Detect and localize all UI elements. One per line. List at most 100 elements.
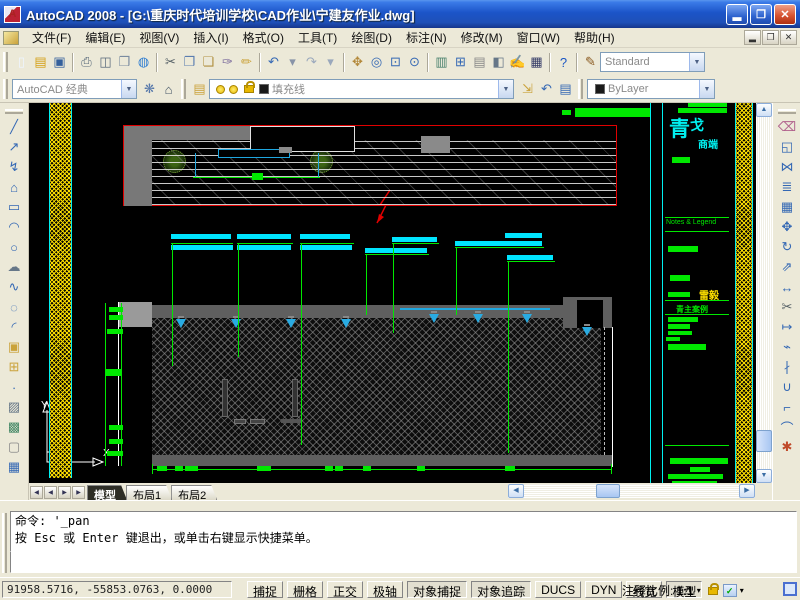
tab-layout[interactable]: 布局2 — [171, 485, 217, 500]
layer-states-icon[interactable]: ▤ — [556, 80, 575, 99]
status-toggle[interactable]: 正交 — [327, 581, 363, 598]
save-icon[interactable]: ▣ — [50, 53, 69, 72]
offset-tool[interactable]: ≣ — [777, 177, 798, 197]
undo-dropdown-icon[interactable]: ▾ — [283, 53, 302, 72]
break-at-point-tool[interactable]: ⌁ — [777, 337, 798, 357]
region-tool[interactable]: ▢ — [4, 437, 25, 457]
clean-screen-button[interactable] — [783, 582, 797, 596]
pan-icon[interactable]: ✥ — [348, 53, 367, 72]
status-toggle[interactable]: 对象追踪 — [471, 581, 531, 598]
menu-item[interactable]: 文件(F) — [25, 27, 78, 48]
toolbar-grip[interactable] — [578, 79, 583, 99]
rectangle-tool[interactable]: ▭ — [4, 197, 25, 217]
scroll-down-button[interactable]: ▼ — [756, 469, 772, 483]
make-block-tool[interactable]: ⊞ — [4, 357, 25, 377]
chevron-down-icon[interactable]: ▼ — [121, 80, 136, 98]
tab-scroll-button[interactable]: ◀ — [44, 486, 57, 499]
command-window-grip[interactable] — [2, 513, 7, 573]
sheetset-manager-icon[interactable]: ◧ — [489, 53, 508, 72]
menu-item[interactable]: 插入(I) — [186, 27, 235, 48]
insert-block-tool[interactable]: ▣ — [4, 337, 25, 357]
vertical-scroll-thumb[interactable] — [756, 430, 772, 452]
chevron-down-icon[interactable]: ▼ — [699, 80, 714, 98]
markup-manager-icon[interactable]: ✍ — [508, 53, 527, 72]
point-tool[interactable]: ∙ — [4, 377, 25, 397]
status-toggle[interactable]: 极轴 — [367, 581, 403, 598]
menu-item[interactable]: 标注(N) — [399, 27, 454, 48]
new-icon[interactable]: ▯ — [12, 53, 31, 72]
scroll-left-button[interactable]: ◀ — [508, 484, 524, 498]
status-toggle[interactable]: 捕捉 — [247, 581, 283, 598]
redo-dropdown-icon[interactable]: ▾ — [321, 53, 340, 72]
copy-tool[interactable]: ◱ — [777, 137, 798, 157]
quickcalc-icon[interactable]: ▦ — [527, 53, 546, 72]
spline-tool[interactable]: ∿ — [4, 277, 25, 297]
polyline-tool[interactable]: ↯ — [4, 157, 25, 177]
mdi-close-button[interactable]: ✕ — [780, 30, 797, 45]
scale-tool[interactable]: ⇗ — [777, 257, 798, 277]
open-icon[interactable]: ▤ — [31, 53, 50, 72]
scroll-up-button[interactable]: ▲ — [756, 103, 772, 117]
erase-tool[interactable]: ⌫ — [777, 117, 798, 137]
cut-icon[interactable]: ✂ — [161, 53, 180, 72]
annotation-scale-value[interactable]: 1:1 — [676, 584, 693, 598]
array-tool[interactable]: ▦ — [777, 197, 798, 217]
zoom-previous-icon[interactable]: ⊙ — [405, 53, 424, 72]
annotation-visibility-icon[interactable]: ✓ — [723, 584, 737, 597]
table-tool[interactable]: ▦ — [4, 457, 25, 477]
toolbar-grip[interactable] — [5, 109, 23, 114]
annotation-lock-icon[interactable] — [708, 587, 718, 595]
close-button[interactable]: ✕ — [774, 4, 796, 25]
layer-properties-icon[interactable]: ▤ — [190, 80, 209, 99]
restore-button[interactable]: ❐ — [750, 4, 772, 25]
help-icon[interactable]: ? — [554, 53, 573, 72]
status-toggle[interactable]: 对象捕捉 — [407, 581, 467, 598]
toolbar-grip[interactable] — [3, 52, 8, 72]
mdi-minimize-button[interactable]: ▂ — [744, 30, 761, 45]
hatch-tool[interactable]: ▨ — [4, 397, 25, 417]
break-tool[interactable]: ∤ — [777, 357, 798, 377]
menu-item[interactable]: 工具(T) — [291, 27, 344, 48]
make-layer-current-icon[interactable]: ⇲ — [518, 80, 537, 99]
tab-scroll-button[interactable]: ▶ — [58, 486, 71, 499]
paste-icon[interactable]: ❏ — [199, 53, 218, 72]
chevron-down-icon[interactable]: ▾ — [697, 586, 701, 595]
menu-item[interactable]: 绘图(D) — [344, 27, 399, 48]
chevron-down-icon[interactable]: ▼ — [498, 80, 513, 98]
tool-palettes-icon[interactable]: ▤ — [470, 53, 489, 72]
workspace-combo[interactable]: AutoCAD 经典 ▼ — [12, 79, 137, 99]
extend-tool[interactable]: ↦ — [777, 317, 798, 337]
fillet-tool[interactable]: ⌒ — [777, 417, 798, 437]
status-toggle[interactable]: DYN — [585, 581, 622, 598]
text-style-combo[interactable]: Standard ▼ — [600, 52, 705, 72]
menu-item[interactable]: 视图(V) — [132, 27, 186, 48]
plot-preview-icon[interactable]: ◫ — [96, 53, 115, 72]
minimize-button[interactable]: ▂ — [726, 4, 748, 25]
copy-icon[interactable]: ❐ — [180, 53, 199, 72]
publish-icon[interactable]: ❒ — [115, 53, 134, 72]
text-style-icon[interactable]: ✎ — [581, 53, 600, 72]
ellipse-arc-tool[interactable]: ◜ — [4, 317, 25, 337]
circle-tool[interactable]: ○ — [4, 237, 25, 257]
toolbar-grip[interactable] — [181, 79, 186, 99]
toolbar-grip[interactable] — [3, 79, 8, 99]
workspace-settings-icon[interactable]: ❋ — [140, 80, 159, 99]
stretch-tool[interactable]: ↔ — [777, 277, 798, 297]
layer-combo[interactable]: 填充线 ▼ — [209, 79, 514, 99]
scroll-right-button[interactable]: ▶ — [739, 484, 755, 498]
status-toggle[interactable]: DUCS — [535, 581, 581, 598]
command-splitter[interactable] — [0, 500, 800, 509]
tab-layout[interactable]: 布局1 — [126, 485, 172, 500]
layer-previous-icon[interactable]: ↶ — [537, 80, 556, 99]
toolbar-grip[interactable] — [778, 109, 796, 114]
mdi-restore-button[interactable]: ❐ — [762, 30, 779, 45]
menu-item[interactable]: 格式(O) — [236, 27, 291, 48]
menu-item[interactable]: 窗口(W) — [510, 27, 567, 48]
gradient-tool[interactable]: ▩ — [4, 417, 25, 437]
line-tool[interactable]: ╱ — [4, 117, 25, 137]
dwf-icon[interactable]: ◍ — [134, 53, 153, 72]
color-combo[interactable]: ByLayer ▼ — [587, 79, 715, 99]
properties-icon[interactable]: ▥ — [432, 53, 451, 72]
zoom-window-icon[interactable]: ⊡ — [386, 53, 405, 72]
redo-icon[interactable]: ↷ — [302, 53, 321, 72]
